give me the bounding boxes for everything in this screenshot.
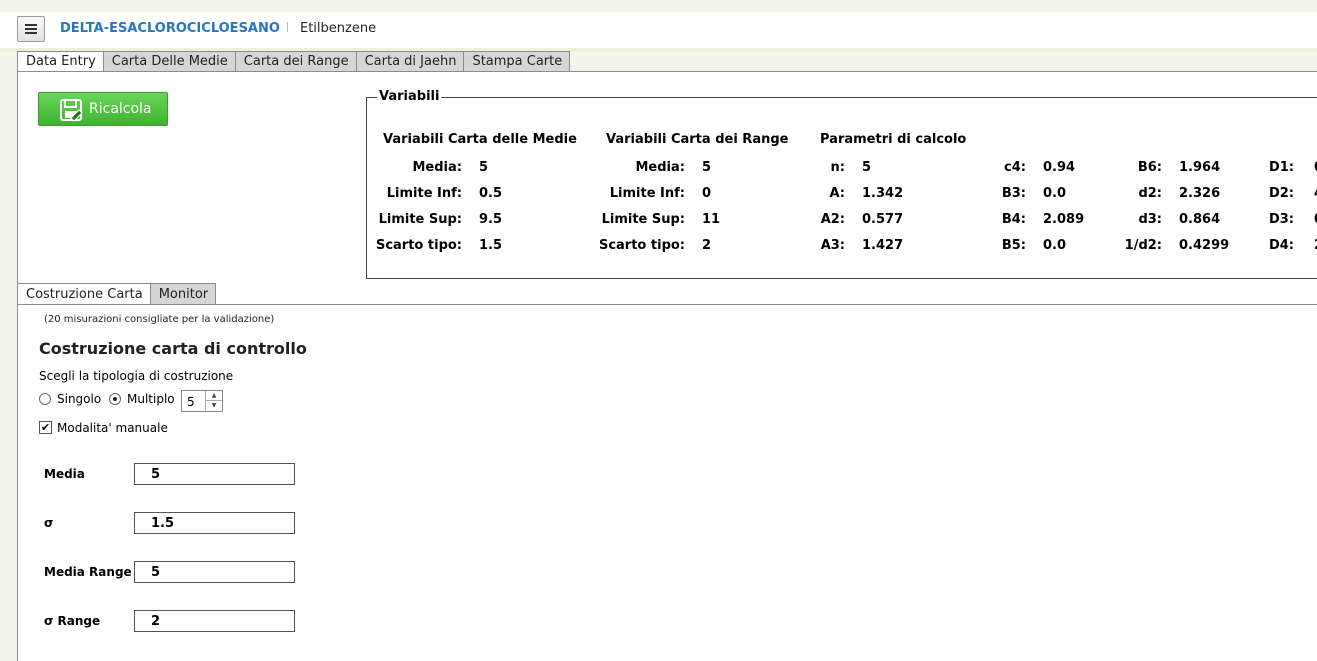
- medie-label: Scarto tipo:: [375, 238, 462, 253]
- param-value: 2.326: [1179, 186, 1221, 201]
- tab-stampa-carte[interactable]: Stampa Carte: [463, 51, 571, 71]
- medie-value: 9.5: [479, 212, 503, 227]
- param-value: 0.4299: [1179, 238, 1230, 253]
- param-label: D3:: [1268, 212, 1294, 227]
- tab-costruzione-carta[interactable]: Costruzione Carta: [17, 283, 151, 305]
- menu-button[interactable]: [17, 16, 45, 42]
- param-label: B6:: [1137, 160, 1162, 175]
- param-value: 1.427: [862, 238, 904, 253]
- param-label: D1:: [1268, 160, 1294, 175]
- variabili-legend: Variabili: [377, 89, 442, 104]
- breadcrumb-subtitle[interactable]: Etilbenzene: [300, 21, 376, 36]
- field-label-sigma: σ: [44, 516, 54, 530]
- medie-label: Media:: [412, 160, 463, 175]
- param-label: B3:: [1001, 186, 1026, 201]
- param-value: 5: [862, 160, 872, 175]
- variabili-group: Variabili Variabili Carta delle Medie Me…: [366, 89, 1317, 279]
- param-label: B4:: [1001, 212, 1026, 227]
- range-value: 11: [702, 212, 721, 227]
- range-value: 0: [702, 186, 712, 201]
- tab-carta-dei-range[interactable]: Carta dei Range: [234, 51, 357, 71]
- param-label: n:: [830, 160, 845, 175]
- manual-mode-checkbox[interactable]: ✔: [39, 421, 52, 434]
- save-icon: [60, 99, 83, 122]
- param-value: 1.342: [862, 186, 904, 201]
- tab-data-entry[interactable]: Data Entry: [17, 51, 104, 72]
- ricalcola-button[interactable]: Ricalcola: [38, 92, 168, 126]
- top-bar: DELTA-ESACLOROCICLOESANO Etilbenzene: [0, 12, 1317, 48]
- field-label-sigma-range: σ Range: [44, 614, 101, 628]
- spinner-down-icon[interactable]: ▼: [206, 401, 222, 410]
- tab-carta-di-jaehn[interactable]: Carta di Jaehn: [355, 51, 465, 71]
- param-label: d3:: [1138, 212, 1162, 227]
- param-value: 0.0: [1043, 238, 1067, 253]
- sub-tabs: Costruzione Carta Monitor: [17, 283, 217, 305]
- parametri-heading: Parametri di calcolo: [820, 132, 967, 147]
- field-label-media: Media: [44, 467, 85, 481]
- range-label: Limite Sup:: [601, 212, 685, 227]
- medie-label: Limite Inf:: [386, 186, 462, 201]
- sigma-range-input[interactable]: 2: [134, 610, 295, 632]
- multiplo-spinner[interactable]: 5 ▲ ▼: [181, 390, 223, 412]
- param-label: A2:: [820, 212, 845, 227]
- range-value: 5: [702, 160, 712, 175]
- breadcrumb-separator: [287, 22, 288, 32]
- param-label: d2:: [1138, 186, 1162, 201]
- param-value: 0.864: [1179, 212, 1221, 227]
- medie-heading: Variabili Carta delle Medie: [383, 132, 577, 147]
- param-value: 1.964: [1179, 160, 1221, 175]
- media-input[interactable]: 5: [134, 463, 295, 485]
- medie-value: 0.5: [479, 186, 503, 201]
- param-label: D4:: [1268, 238, 1294, 253]
- param-value: 0.94: [1043, 160, 1076, 175]
- spinner-up-icon[interactable]: ▲: [206, 391, 222, 401]
- param-label: B5:: [1001, 238, 1026, 253]
- validation-note: (20 misurazioni consigliate per la valid…: [44, 314, 275, 325]
- media-range-input[interactable]: 5: [134, 561, 295, 583]
- construction-type-label: Scegli la tipologia di costruzione: [39, 369, 234, 383]
- param-label: D2:: [1268, 186, 1294, 201]
- tab-monitor[interactable]: Monitor: [149, 283, 217, 304]
- manual-mode-label: Modalita' manuale: [57, 421, 168, 435]
- hamburger-icon: [25, 24, 37, 26]
- param-value: 2.089: [1043, 212, 1085, 227]
- range-value: 2: [702, 238, 712, 253]
- multiplo-value: 5: [187, 395, 195, 409]
- range-heading: Variabili Carta dei Range: [606, 132, 789, 147]
- radio-multiplo-label: Multiplo: [127, 392, 175, 406]
- radio-singolo-label: Singolo: [57, 392, 102, 406]
- param-value: 0.577: [862, 212, 904, 227]
- field-label-media-range: Media Range: [44, 565, 132, 579]
- range-label: Scarto tipo:: [598, 238, 685, 253]
- range-label: Limite Inf:: [609, 186, 685, 201]
- range-label: Media:: [635, 160, 686, 175]
- main-tabs: Data Entry Carta Delle Medie Carta dei R…: [17, 51, 571, 72]
- param-label: 1/d2:: [1124, 238, 1162, 253]
- param-label: c4:: [1004, 160, 1026, 175]
- tab-carta-delle-medie[interactable]: Carta Delle Medie: [102, 51, 236, 71]
- param-value: 0.0: [1043, 186, 1067, 201]
- medie-value: 5: [479, 160, 489, 175]
- radio-singolo[interactable]: [39, 393, 51, 405]
- medie-label: Limite Sup:: [378, 212, 462, 227]
- sigma-input[interactable]: 1.5: [134, 512, 295, 534]
- param-label: A3:: [820, 238, 845, 253]
- section-title: Costruzione carta di controllo: [39, 339, 307, 358]
- ricalcola-label: Ricalcola: [89, 101, 152, 117]
- breadcrumb-title[interactable]: DELTA-ESACLOROCICLOESANO: [60, 21, 280, 36]
- radio-multiplo[interactable]: [109, 393, 121, 405]
- param-label: A:: [829, 186, 845, 201]
- medie-value: 1.5: [479, 238, 503, 253]
